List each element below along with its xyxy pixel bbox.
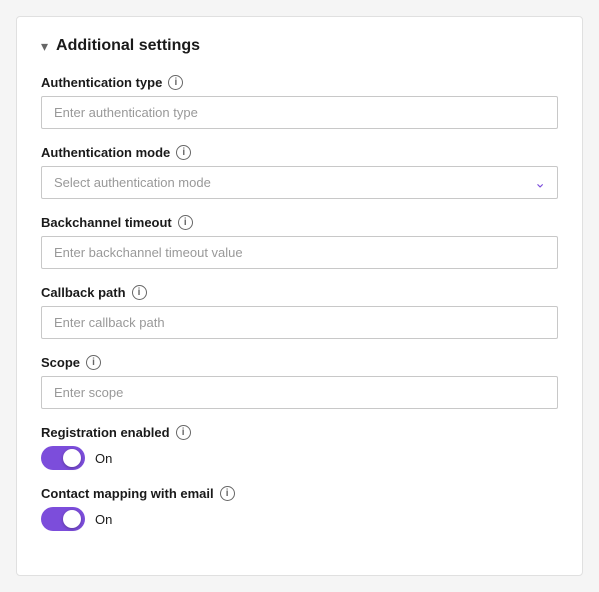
backchannel-timeout-info-icon[interactable]: i — [178, 215, 193, 230]
section-title: Additional settings — [56, 37, 200, 55]
auth-type-label: Authentication type i — [41, 75, 558, 90]
registration-enabled-info-icon[interactable]: i — [176, 425, 191, 440]
auth-mode-group: Authentication mode i Select authenticat… — [41, 145, 558, 199]
registration-enabled-toggle-label: On — [95, 451, 112, 466]
scope-group: Scope i — [41, 355, 558, 409]
auth-mode-select-wrapper: Select authentication mode ⌄ — [41, 166, 558, 199]
scope-label: Scope i — [41, 355, 558, 370]
registration-enabled-group: Registration enabled i On — [41, 425, 558, 470]
backchannel-timeout-input[interactable] — [41, 236, 558, 269]
registration-enabled-toggle[interactable] — [41, 446, 85, 470]
scope-input[interactable] — [41, 376, 558, 409]
auth-mode-select[interactable]: Select authentication mode — [41, 166, 558, 199]
collapse-chevron-icon[interactable]: ▾ — [41, 38, 48, 55]
backchannel-timeout-label: Backchannel timeout i — [41, 215, 558, 230]
backchannel-timeout-group: Backchannel timeout i — [41, 215, 558, 269]
registration-enabled-label: Registration enabled i — [41, 425, 558, 440]
contact-mapping-toggle-row: On — [41, 507, 558, 531]
contact-mapping-info-icon[interactable]: i — [220, 486, 235, 501]
callback-path-input[interactable] — [41, 306, 558, 339]
callback-path-label: Callback path i — [41, 285, 558, 300]
contact-mapping-toggle[interactable] — [41, 507, 85, 531]
callback-path-group: Callback path i — [41, 285, 558, 339]
scope-info-icon[interactable]: i — [86, 355, 101, 370]
auth-type-input[interactable] — [41, 96, 558, 129]
auth-type-group: Authentication type i — [41, 75, 558, 129]
callback-path-info-icon[interactable]: i — [132, 285, 147, 300]
auth-type-info-icon[interactable]: i — [168, 75, 183, 90]
contact-mapping-label: Contact mapping with email i — [41, 486, 558, 501]
auth-mode-label: Authentication mode i — [41, 145, 558, 160]
contact-mapping-toggle-label: On — [95, 512, 112, 527]
auth-mode-info-icon[interactable]: i — [176, 145, 191, 160]
section-header: ▾ Additional settings — [41, 37, 558, 55]
contact-mapping-group: Contact mapping with email i On — [41, 486, 558, 531]
additional-settings-card: ▾ Additional settings Authentication typ… — [16, 16, 583, 576]
registration-enabled-toggle-row: On — [41, 446, 558, 470]
